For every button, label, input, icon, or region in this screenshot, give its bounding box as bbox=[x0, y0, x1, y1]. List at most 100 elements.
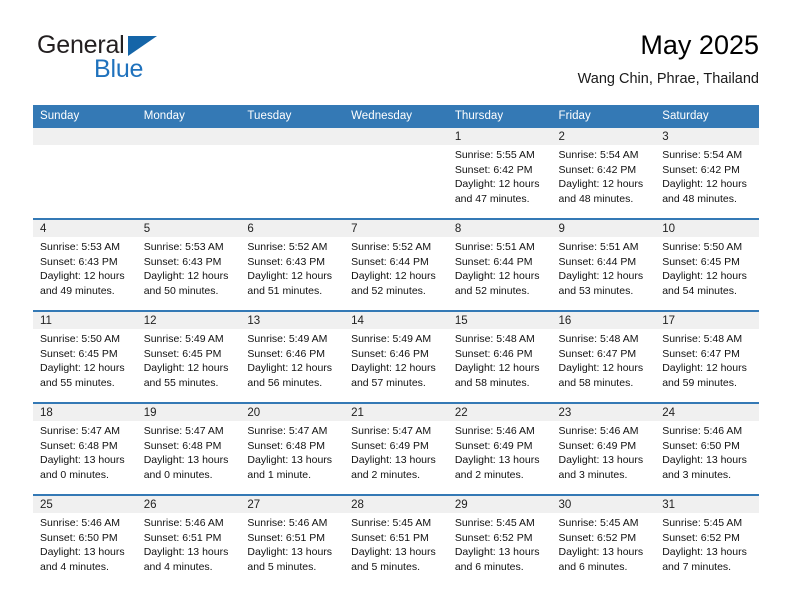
daylight-text-line1: Daylight: 13 hours bbox=[558, 546, 644, 559]
day-cell: 28 Sunrise: 5:45 AM Sunset: 6:51 PM Dayligh… bbox=[344, 496, 448, 586]
day-number: 8 bbox=[447, 220, 552, 237]
day-cell: 17 Sunrise: 5:48 AM Sunset: 6:47 PM Dayligh… bbox=[655, 312, 759, 402]
general-blue-logo[interactable]: General Blue bbox=[33, 32, 253, 94]
day-number: 15 bbox=[447, 312, 552, 329]
calendar-cell-day[interactable]: 8 Sunrise: 5:51 AM Sunset: 6:44 PM Daylight… bbox=[447, 218, 552, 311]
day-cell: 6 Sunrise: 5:52 AM Sunset: 6:43 PM Daylight… bbox=[240, 220, 345, 310]
calendar-cell-day[interactable]: 14 Sunrise: 5:49 AM Sunset: 6:46 PM Dayligh… bbox=[344, 310, 448, 403]
calendar-page: General Blue May 2025 Wang Chin, Phrae, … bbox=[0, 0, 792, 612]
sunset-text: Sunset: 6:48 PM bbox=[143, 439, 222, 452]
calendar-cell-day[interactable]: 22 Sunrise: 5:46 AM Sunset: 6:49 PM Dayligh… bbox=[447, 402, 552, 495]
calendar-cell-day[interactable]: 4 Sunrise: 5:53 AM Sunset: 6:43 PM Daylight… bbox=[33, 218, 137, 311]
calendar-cell-day[interactable]: 12 Sunrise: 5:49 AM Sunset: 6:45 PM Dayligh… bbox=[136, 310, 241, 403]
calendar-cell-day[interactable]: 19 Sunrise: 5:47 AM Sunset: 6:48 PM Dayligh… bbox=[136, 402, 241, 495]
daylight-text-line2: and 55 minutes. bbox=[143, 376, 219, 389]
sunset-text: Sunset: 6:43 PM bbox=[247, 255, 326, 268]
daylight-text-line2: and 52 minutes. bbox=[454, 284, 530, 297]
day-details: Sunrise: 5:54 AM Sunset: 6:42 PM Daylight:… bbox=[655, 145, 759, 206]
calendar-cell-day[interactable]: 15 Sunrise: 5:48 AM Sunset: 6:46 PM Dayligh… bbox=[447, 310, 552, 403]
day-cell: 20 Sunrise: 5:47 AM Sunset: 6:48 PM Dayligh… bbox=[240, 404, 345, 494]
day-cell: 7 Sunrise: 5:52 AM Sunset: 6:44 PM Daylight… bbox=[344, 220, 448, 310]
day-number: 3 bbox=[655, 128, 759, 145]
day-cell: 13 Sunrise: 5:49 AM Sunset: 6:46 PM Dayligh… bbox=[240, 312, 345, 402]
daylight-text-line2: and 2 minutes. bbox=[454, 468, 524, 481]
day-cell: 30 Sunrise: 5:45 AM Sunset: 6:52 PM Dayligh… bbox=[551, 496, 656, 586]
sunrise-text: Sunrise: 5:46 AM bbox=[247, 517, 328, 529]
calendar-cell-day[interactable]: 29 Sunrise: 5:45 AM Sunset: 6:52 PM Dayligh… bbox=[447, 494, 552, 586]
sunrise-text: Sunrise: 5:48 AM bbox=[662, 333, 743, 345]
day-details: Sunrise: 5:45 AM Sunset: 6:52 PM Daylight:… bbox=[448, 513, 552, 574]
calendar-cell-day[interactable]: 23 Sunrise: 5:46 AM Sunset: 6:49 PM Dayligh… bbox=[551, 402, 656, 495]
daylight-text-line2: and 58 minutes. bbox=[558, 376, 634, 389]
daylight-text-line2: and 48 minutes. bbox=[558, 192, 634, 205]
sunrise-text: Sunrise: 5:54 AM bbox=[662, 149, 743, 161]
day-number: 1 bbox=[447, 128, 552, 145]
day-number: 9 bbox=[551, 220, 656, 237]
sunrise-text: Sunrise: 5:50 AM bbox=[40, 333, 120, 345]
day-number: 11 bbox=[33, 312, 137, 329]
sunrise-text: Sunrise: 5:49 AM bbox=[247, 333, 328, 345]
calendar-cell-day[interactable]: 18 Sunrise: 5:47 AM Sunset: 6:48 PM Dayligh… bbox=[33, 402, 137, 495]
day-cell: 18 Sunrise: 5:47 AM Sunset: 6:48 PM Dayligh… bbox=[33, 404, 137, 494]
daylight-text-line1: Daylight: 13 hours bbox=[351, 546, 436, 559]
day-cell: 25 Sunrise: 5:46 AM Sunset: 6:50 PM Dayligh… bbox=[33, 496, 137, 586]
day-details: Sunrise: 5:50 AM Sunset: 6:45 PM Daylight:… bbox=[655, 237, 759, 298]
calendar-cell-day[interactable]: 6 Sunrise: 5:52 AM Sunset: 6:43 PM Daylight… bbox=[240, 218, 345, 311]
calendar-cell-day[interactable]: 31 Sunrise: 5:45 AM Sunset: 6:52 PM Dayligh… bbox=[655, 494, 759, 586]
weekday-header-friday: Friday bbox=[551, 105, 656, 128]
sunset-text: Sunset: 6:42 PM bbox=[558, 163, 637, 176]
calendar-cell-day[interactable]: 16 Sunrise: 5:48 AM Sunset: 6:47 PM Dayligh… bbox=[551, 310, 656, 403]
sunrise-text: Sunrise: 5:47 AM bbox=[143, 425, 224, 437]
weekday-header-tuesday: Tuesday bbox=[240, 105, 345, 128]
daylight-text-line2: and 4 minutes. bbox=[143, 560, 213, 573]
daylight-text-line1: Daylight: 12 hours bbox=[662, 362, 747, 375]
calendar-cell-day[interactable]: 30 Sunrise: 5:45 AM Sunset: 6:52 PM Dayligh… bbox=[551, 494, 656, 586]
daylight-text-line2: and 48 minutes. bbox=[662, 192, 737, 205]
day-details bbox=[33, 145, 137, 148]
calendar-cell-day[interactable]: 11 Sunrise: 5:50 AM Sunset: 6:45 PM Dayligh… bbox=[33, 310, 137, 403]
calendar-cell-day[interactable]: 27 Sunrise: 5:46 AM Sunset: 6:51 PM Dayligh… bbox=[240, 494, 345, 586]
sunrise-text: Sunrise: 5:46 AM bbox=[40, 517, 120, 529]
day-details: Sunrise: 5:48 AM Sunset: 6:47 PM Daylight:… bbox=[655, 329, 759, 390]
calendar-cell-day[interactable]: 10 Sunrise: 5:50 AM Sunset: 6:45 PM Dayligh… bbox=[655, 218, 759, 311]
calendar-cell-day[interactable]: 5 Sunrise: 5:53 AM Sunset: 6:43 PM Daylight… bbox=[136, 218, 241, 311]
daylight-text-line2: and 52 minutes. bbox=[351, 284, 426, 297]
sunset-text: Sunset: 6:43 PM bbox=[40, 255, 118, 268]
calendar-cell-day[interactable]: 28 Sunrise: 5:45 AM Sunset: 6:51 PM Dayligh… bbox=[344, 494, 448, 586]
day-cell bbox=[240, 128, 345, 218]
calendar-cell-day[interactable]: 2 Sunrise: 5:54 AM Sunset: 6:42 PM Daylight… bbox=[551, 128, 656, 219]
daylight-text-line2: and 56 minutes. bbox=[247, 376, 323, 389]
calendar-cell-day[interactable]: 3 Sunrise: 5:54 AM Sunset: 6:42 PM Daylight… bbox=[655, 128, 759, 219]
calendar-cell-day[interactable]: 7 Sunrise: 5:52 AM Sunset: 6:44 PM Daylight… bbox=[344, 218, 448, 311]
sunrise-text: Sunrise: 5:45 AM bbox=[558, 517, 639, 529]
daylight-text-line2: and 4 minutes. bbox=[40, 560, 109, 573]
daylight-text-line1: Daylight: 12 hours bbox=[40, 270, 125, 283]
sunrise-text: Sunrise: 5:55 AM bbox=[454, 149, 535, 161]
day-cell: 10 Sunrise: 5:50 AM Sunset: 6:45 PM Dayligh… bbox=[655, 220, 759, 310]
calendar-cell-day[interactable]: 26 Sunrise: 5:46 AM Sunset: 6:51 PM Dayligh… bbox=[136, 494, 241, 586]
calendar-cell-day[interactable]: 21 Sunrise: 5:47 AM Sunset: 6:49 PM Dayligh… bbox=[344, 402, 448, 495]
day-cell: 16 Sunrise: 5:48 AM Sunset: 6:47 PM Dayligh… bbox=[551, 312, 656, 402]
day-number: 17 bbox=[655, 312, 759, 329]
calendar-cell-day[interactable]: 17 Sunrise: 5:48 AM Sunset: 6:47 PM Dayligh… bbox=[655, 310, 759, 403]
daylight-text-line2: and 50 minutes. bbox=[143, 284, 219, 297]
calendar-cell-day[interactable]: 13 Sunrise: 5:49 AM Sunset: 6:46 PM Dayligh… bbox=[240, 310, 345, 403]
calendar-cell-day[interactable]: 20 Sunrise: 5:47 AM Sunset: 6:48 PM Dayligh… bbox=[240, 402, 345, 495]
daylight-text-line1: Daylight: 12 hours bbox=[558, 178, 644, 191]
sunset-text: Sunset: 6:51 PM bbox=[351, 531, 429, 544]
day-cell: 3 Sunrise: 5:54 AM Sunset: 6:42 PM Daylight… bbox=[655, 128, 759, 218]
day-cell: 22 Sunrise: 5:46 AM Sunset: 6:49 PM Dayligh… bbox=[447, 404, 552, 494]
sunrise-text: Sunrise: 5:46 AM bbox=[143, 517, 224, 529]
calendar-grid: Sunday Monday Tuesday Wednesday Thursday… bbox=[33, 105, 759, 586]
daylight-text-line1: Daylight: 12 hours bbox=[662, 270, 747, 283]
day-number: 23 bbox=[551, 404, 656, 421]
day-cell: 14 Sunrise: 5:49 AM Sunset: 6:46 PM Dayligh… bbox=[344, 312, 448, 402]
day-cell: 27 Sunrise: 5:46 AM Sunset: 6:51 PM Dayligh… bbox=[240, 496, 345, 586]
day-cell: 4 Sunrise: 5:53 AM Sunset: 6:43 PM Daylight… bbox=[33, 220, 137, 310]
sunrise-text: Sunrise: 5:46 AM bbox=[454, 425, 535, 437]
calendar-cell-day[interactable]: 24 Sunrise: 5:46 AM Sunset: 6:50 PM Dayligh… bbox=[655, 402, 759, 495]
calendar-cell-day[interactable]: 1 Sunrise: 5:55 AM Sunset: 6:42 PM Daylight… bbox=[447, 128, 552, 219]
calendar-cell-day[interactable]: 9 Sunrise: 5:51 AM Sunset: 6:44 PM Daylight… bbox=[551, 218, 656, 311]
calendar-cell-day[interactable]: 25 Sunrise: 5:46 AM Sunset: 6:50 PM Dayligh… bbox=[33, 494, 137, 586]
day-number: 16 bbox=[551, 312, 656, 329]
